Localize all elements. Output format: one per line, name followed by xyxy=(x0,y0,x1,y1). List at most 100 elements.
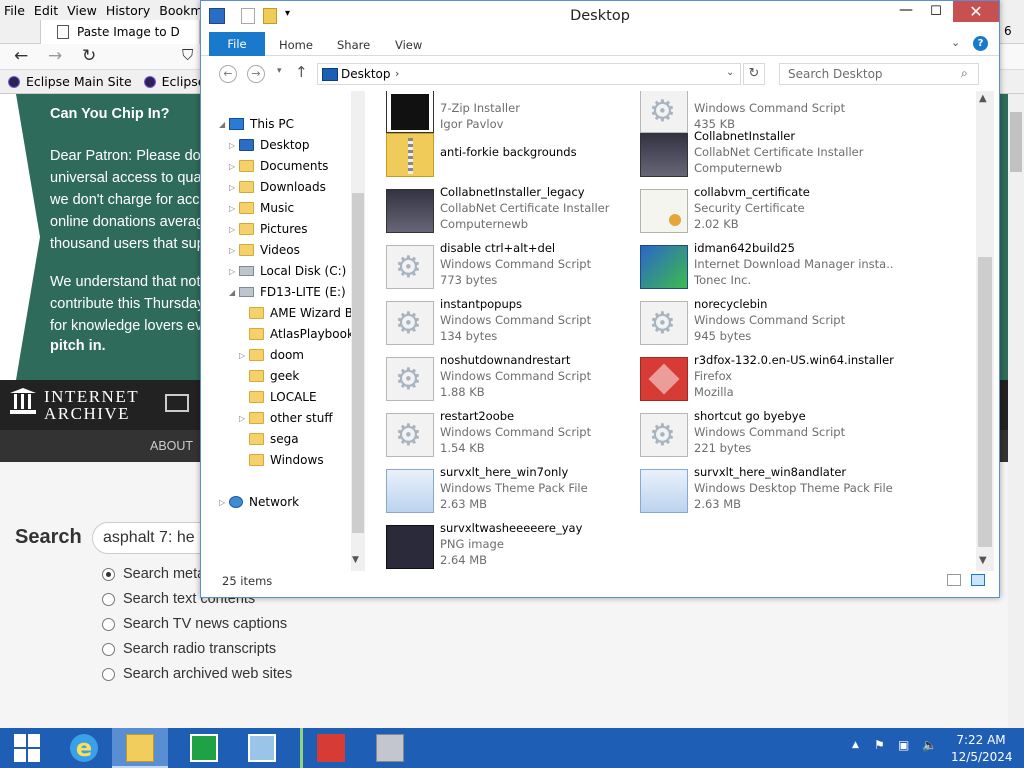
tab-view[interactable]: View xyxy=(395,38,422,52)
nav-doom[interactable]: ▷ doom xyxy=(239,348,304,362)
file-item[interactable]: restart2oobeWindows Command Script1.54 K… xyxy=(386,409,640,465)
menu-edit[interactable]: Edit xyxy=(34,3,58,18)
expand-arrow-icon[interactable]: ▷ xyxy=(229,225,239,234)
scroll-thumb[interactable] xyxy=(1010,112,1022,172)
refresh-icon[interactable]: ↻ xyxy=(743,63,765,85)
browser-tab[interactable]: Paste Image to D xyxy=(40,20,200,44)
back-icon[interactable]: ← xyxy=(219,65,237,83)
taskbar-internet-explorer[interactable]: e xyxy=(56,728,112,768)
file-item[interactable]: collabvm_certificate Security Certificate… xyxy=(640,185,894,241)
taskbar-firefox[interactable] xyxy=(300,728,356,768)
bookmark-eclipse-main[interactable]: Eclipse Main Site xyxy=(8,74,132,89)
taskbar-control-panel[interactable] xyxy=(234,728,290,768)
ribbon-expand-icon[interactable]: ⌄ xyxy=(951,36,960,49)
expand-arrow-icon[interactable]: ▷ xyxy=(229,246,239,255)
chevron-down-icon[interactable]: ⌄ xyxy=(726,67,734,78)
network-tray-icon[interactable]: ▣ xyxy=(898,738,909,752)
search-option-web[interactable]: Search archived web sites xyxy=(102,666,292,682)
file-item[interactable]: CollabnetInstaller CollabNet Certificate … xyxy=(640,129,894,185)
close-button[interactable]: ✕ xyxy=(953,1,999,22)
expand-arrow-icon[interactable]: ▷ xyxy=(229,141,239,150)
tab-file[interactable]: File xyxy=(209,32,265,56)
about-link[interactable]: ABOUT xyxy=(150,439,193,453)
expand-arrow-icon[interactable]: ▷ xyxy=(229,162,239,171)
expand-arrow-icon[interactable]: ▷ xyxy=(229,183,239,192)
scroll-thumb[interactable] xyxy=(978,257,992,547)
nav-sega[interactable]: sega xyxy=(239,432,299,446)
start-button[interactable] xyxy=(0,728,56,768)
nav-locale[interactable]: LOCALE xyxy=(239,390,317,404)
search-option-tv[interactable]: Search TV news captions xyxy=(102,616,287,632)
clock-date[interactable]: 12/5/2024 xyxy=(951,750,1013,764)
nav-ame-wizard[interactable]: AME Wizard Be xyxy=(239,306,351,320)
file-item[interactable]: disable ctrl+alt+delWindows Command Scri… xyxy=(386,241,640,297)
expand-arrow-icon[interactable]: ▷ xyxy=(229,204,239,213)
expand-arrow-icon[interactable]: ◢ xyxy=(219,120,229,129)
shield-icon[interactable]: ⛉ xyxy=(182,46,193,64)
web-icon[interactable] xyxy=(165,394,189,412)
explorer-titlebar[interactable]: ▾ Desktop — ☐ ✕ xyxy=(201,1,999,31)
tab-share[interactable]: Share xyxy=(337,38,370,52)
file-item[interactable]: CollabnetInstaller_legacy CollabNet Certi… xyxy=(386,185,640,241)
file-item[interactable]: instantpopupsWindows Command Script134 b… xyxy=(386,297,640,353)
page-scrollbar[interactable] xyxy=(1008,94,1024,728)
nav-local-disk[interactable]: ▷ Local Disk (C:) xyxy=(229,264,346,278)
show-hidden-icons[interactable]: ▲ xyxy=(852,740,859,750)
taskbar-app[interactable] xyxy=(362,728,418,768)
minimize-button[interactable]: — xyxy=(893,1,919,23)
nav-fd13-lite[interactable]: ◢ FD13-LITE (E:) xyxy=(229,285,346,299)
scroll-up-icon[interactable]: ▲ xyxy=(979,93,987,104)
nav-desktop[interactable]: ▷ Desktop xyxy=(229,138,310,152)
nav-network[interactable]: ▷ Network xyxy=(219,495,299,509)
nav-documents[interactable]: ▷ Documents xyxy=(229,159,328,173)
nav-scrollbar[interactable]: ▼ xyxy=(351,91,365,571)
file-item[interactable]: idman642build25 Internet Download Manager… xyxy=(640,241,894,297)
back-icon[interactable]: ← xyxy=(14,46,28,66)
taskbar-store[interactable] xyxy=(176,728,232,768)
file-item[interactable]: norecyclebinWindows Command Script945 by… xyxy=(640,297,894,353)
search-option-radio[interactable]: Search radio transcripts xyxy=(102,641,276,657)
address-bar[interactable]: Desktop › ⌄ xyxy=(317,63,741,85)
scroll-thumb[interactable] xyxy=(352,193,364,533)
up-icon[interactable]: ↑ xyxy=(295,63,308,81)
large-icons-view-icon[interactable] xyxy=(971,574,985,586)
forward-icon[interactable]: → xyxy=(48,46,62,66)
chevron-right-icon[interactable]: › xyxy=(395,67,399,80)
flag-icon[interactable]: ⚑ xyxy=(874,738,885,752)
nav-windows[interactable]: Windows xyxy=(239,453,324,467)
expand-arrow-icon[interactable]: ▷ xyxy=(219,498,229,507)
file-item[interactable]: survxlt_here_win8andlater Windows Desktop… xyxy=(640,465,894,521)
file-item[interactable]: noshutdownandrestartWindows Command Scri… xyxy=(386,353,640,409)
help-icon[interactable]: ? xyxy=(973,36,988,51)
forward-icon[interactable]: → xyxy=(247,65,265,83)
nav-atlasplaybook[interactable]: AtlasPlaybook_ xyxy=(239,327,351,341)
search-icon[interactable]: ⌕ xyxy=(961,66,968,81)
nav-geek[interactable]: geek xyxy=(239,369,299,383)
details-view-icon[interactable] xyxy=(947,574,961,586)
file-item[interactable]: survxlt_here_win7only Windows Theme Pack … xyxy=(386,465,640,521)
file-item[interactable]: survxltwasheeeeere_yay PNG image 2.64 MB xyxy=(386,521,640,571)
nav-downloads[interactable]: ▷ Downloads xyxy=(229,180,326,194)
tab-home[interactable]: Home xyxy=(279,38,313,52)
file-item[interactable]: r3dfox-132.0.en-US.win64.installer Firefo… xyxy=(640,353,894,409)
expand-arrow-icon[interactable]: ▷ xyxy=(239,351,249,360)
expand-arrow-icon[interactable]: ◢ xyxy=(229,288,239,297)
nav-videos[interactable]: ▷ Videos xyxy=(229,243,300,257)
expand-arrow-icon[interactable]: ▷ xyxy=(229,267,239,276)
nav-pictures[interactable]: ▷ Pictures xyxy=(229,222,308,236)
scroll-down-icon[interactable]: ▼ xyxy=(979,555,987,566)
clock-time[interactable]: 7:22 AM xyxy=(951,733,1011,747)
nav-music[interactable]: ▷ Music xyxy=(229,201,294,215)
file-item[interactable]: anti-forkie backgrounds xyxy=(386,129,640,185)
reload-icon[interactable]: ↻ xyxy=(82,46,96,66)
menu-view[interactable]: View xyxy=(67,3,97,18)
recent-locations-icon[interactable]: ▾ xyxy=(277,66,282,76)
internet-archive-logo[interactable]: INTERNET ARCHIVE xyxy=(10,388,139,422)
maximize-button[interactable]: ☐ xyxy=(923,1,949,23)
file-item[interactable]: shortcut go byebyeWindows Command Script… xyxy=(640,409,894,465)
nav-this-pc[interactable]: ◢ This PC xyxy=(219,117,294,131)
scroll-down-icon[interactable]: ▼ xyxy=(352,555,359,565)
menu-file[interactable]: File xyxy=(4,3,25,18)
nav-other-stuff[interactable]: ▷ other stuff xyxy=(239,411,333,425)
search-input[interactable]: Search Desktop xyxy=(779,63,979,85)
